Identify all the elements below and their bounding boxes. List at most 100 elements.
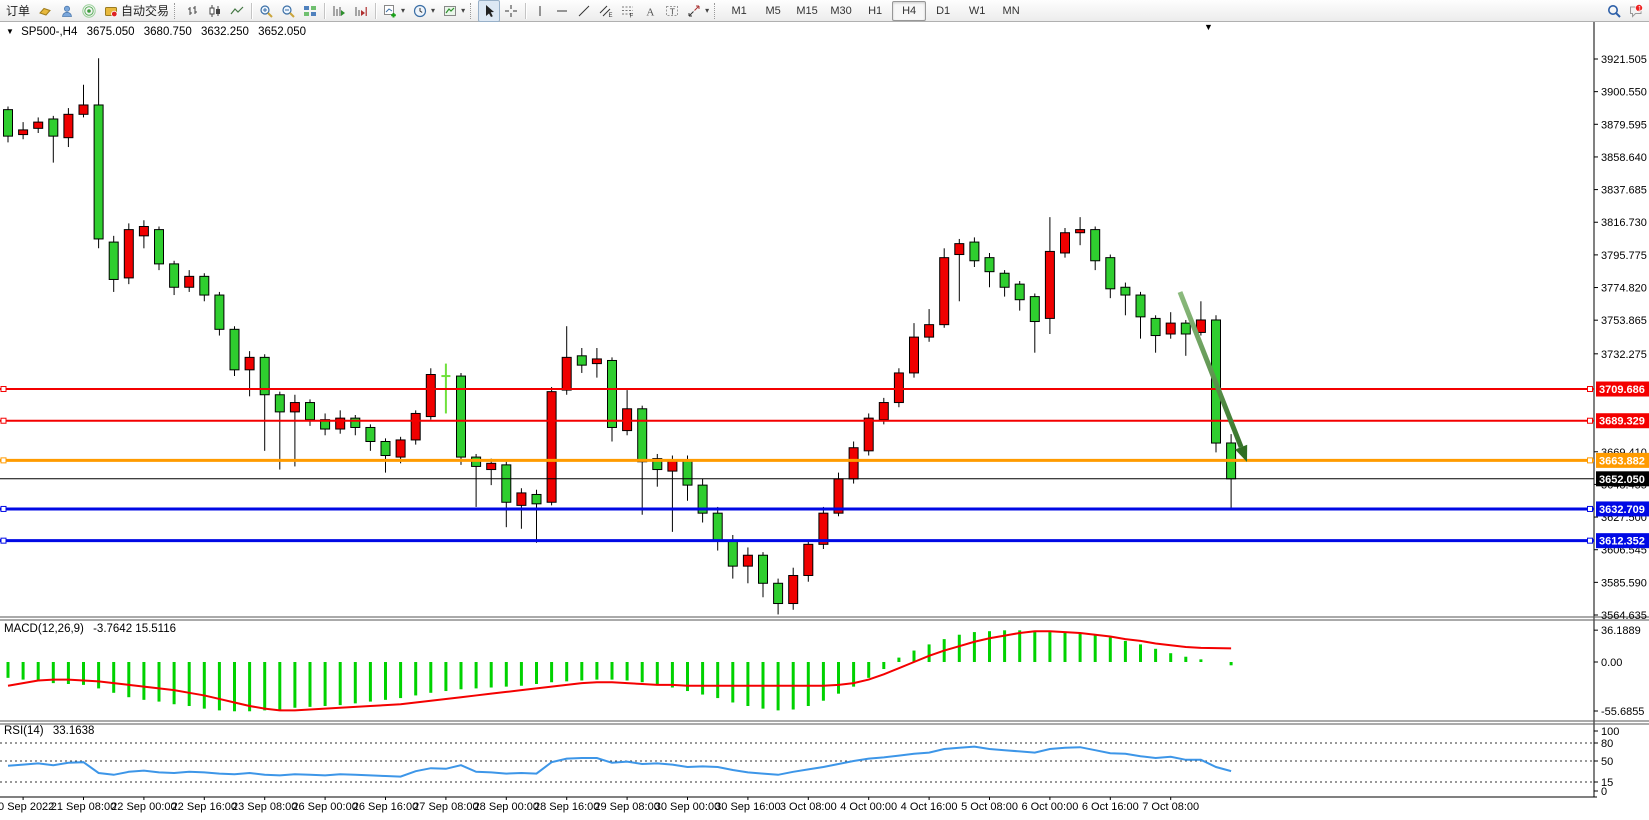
dropdown-caret-icon: ▾ [401,6,405,15]
svg-text:A: A [646,6,654,18]
signals-button[interactable] [78,0,100,22]
candle-up [1166,323,1175,334]
candle-down [774,583,783,603]
toolbar-separator [525,3,526,19]
line-anchor[interactable] [1588,387,1593,392]
candle-down [1030,297,1039,322]
candle-down [366,427,375,441]
timeframe-m1[interactable]: M1 [722,1,756,21]
gold-button[interactable] [34,0,56,22]
line-anchor[interactable] [1,538,6,543]
periods-button[interactable]: ▾ [409,0,439,22]
zoom-out-button[interactable] [277,0,299,22]
timeframe-w1[interactable]: W1 [960,1,994,21]
new-order-button[interactable]: 订单 [2,0,34,22]
crosshair-button[interactable] [500,0,522,22]
chat-button[interactable]: 1 [1625,0,1647,22]
zoom-in-button[interactable] [255,0,277,22]
line-chart-button[interactable] [226,0,248,22]
svg-text:T: T [670,6,675,16]
signal-icon [82,4,96,18]
timeframe-m30[interactable]: M30 [824,1,858,21]
candle-down [4,110,13,136]
line-anchor[interactable] [1,458,6,463]
clock-icon [413,4,427,18]
candle-up [789,575,798,603]
cursor-button[interactable] [478,0,500,22]
timeframe-m5[interactable]: M5 [756,1,790,21]
line-anchor[interactable] [1588,506,1593,511]
community-button[interactable] [56,0,78,22]
new-order-button-label: 订单 [6,2,30,19]
candle-down [502,465,511,502]
line-anchor[interactable] [1588,458,1593,463]
zoomin-icon [259,4,273,18]
line-anchor[interactable] [1,418,6,423]
candle-up [487,463,496,469]
candlestick-series [4,58,1236,614]
indicators-button[interactable]: ▾ [379,0,409,22]
shapes-button[interactable]: ▾ [683,0,713,22]
candle-up [1061,233,1070,253]
candle-up [743,555,752,566]
candle-up [124,230,133,278]
dropdown-caret-icon: ▾ [461,6,465,15]
candle-up [426,375,435,417]
chart-canvas[interactable]: 3921.5053900.5503879.5953858.6403837.685… [0,0,1649,820]
chart-shift-button[interactable] [350,0,372,22]
timeframe-m15[interactable]: M15 [790,1,824,21]
toolbar-grip[interactable] [714,3,719,19]
candle-down [1091,230,1100,261]
candle-up [623,409,632,431]
candle-up [910,337,919,373]
line-anchor[interactable] [1588,418,1593,423]
bar-chart-button[interactable] [182,0,204,22]
candle-down [49,119,58,136]
zoomout-icon [281,4,295,18]
chart-shift-marker[interactable]: ▼ [1204,22,1213,32]
timeframe-h1[interactable]: H1 [858,1,892,21]
channel-button[interactable]: E [595,0,617,22]
hline-button[interactable] [551,0,573,22]
rsi-name: RSI(14) [4,725,44,737]
tile-windows-button[interactable] [299,0,321,22]
autoscroll-icon [332,4,346,18]
toolbar-grip[interactable] [174,3,179,19]
candle-up [139,226,148,235]
timeframe-mn[interactable]: MN [994,1,1028,21]
line-anchor[interactable] [1,506,6,511]
candle-up [19,130,28,135]
line-anchor[interactable] [1,387,6,392]
arrow-annotation[interactable] [1180,292,1241,447]
bars-icon [186,4,200,18]
autotrade-icon [104,4,118,18]
text-button[interactable]: A [639,0,661,22]
autotrade-button[interactable]: 自动交易 [100,0,173,22]
time-axis[interactable] [0,798,1649,820]
tiles-icon [303,4,317,18]
vline-button[interactable] [529,0,551,22]
candle-up [79,105,88,114]
toolbar-grip[interactable] [470,3,475,19]
candle-up [804,544,813,575]
candle-chart-button[interactable] [204,0,226,22]
candle-down [170,264,179,287]
auto-scroll-button[interactable] [328,0,350,22]
timeframe-d1[interactable]: D1 [926,1,960,21]
candle-up [517,493,526,505]
templates-button[interactable]: ▾ [439,0,469,22]
candle-down [985,258,994,272]
collapse-arrow-icon[interactable]: ▼ [6,27,14,36]
candle-down [215,295,224,329]
toolbar-separator [251,3,252,19]
ohlc-low: 3632.250 [201,26,249,38]
notification-badge: 1 [1638,5,1642,12]
line-anchor[interactable] [1588,538,1593,543]
toolbar-separator [324,3,325,19]
price-axis[interactable] [1594,22,1649,797]
fibonacci-button[interactable]: F [617,0,639,22]
search-button[interactable] [1603,0,1625,22]
trendline-button[interactable] [573,0,595,22]
timeframe-h4[interactable]: H4 [892,1,926,21]
label-button[interactable]: T [661,0,683,22]
